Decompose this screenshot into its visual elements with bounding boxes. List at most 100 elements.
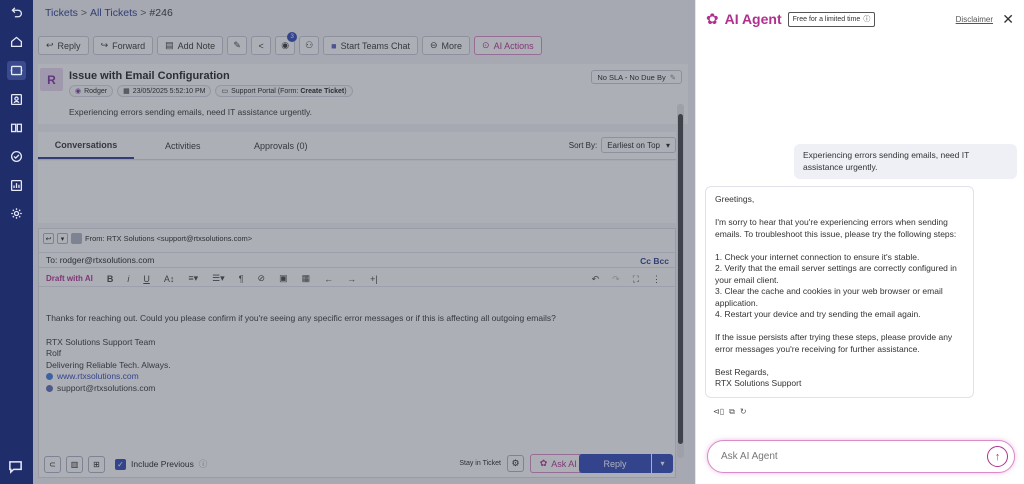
link-icon[interactable]: ⊘ — [258, 273, 266, 284]
image-icon[interactable]: ▣ — [279, 273, 288, 284]
indent-icon[interactable]: → — [347, 274, 356, 284]
fullscreen-icon[interactable]: ⛶ — [633, 274, 639, 285]
home-icon[interactable] — [7, 32, 26, 51]
stay-settings-icon[interactable]: ⚙ — [507, 455, 524, 472]
regenerate-icon[interactable]: ↻ — [740, 407, 747, 417]
reply-type-icon[interactable]: ↩ — [43, 233, 54, 244]
reply-body[interactable]: Thanks for reaching out. Could you pleas… — [46, 313, 556, 394]
send-arrow-icon[interactable]: ↑ — [987, 446, 1008, 467]
stay-in-ticket-label: Stay in Ticket — [459, 460, 501, 467]
note-icon: ▤ — [165, 40, 174, 50]
disclaimer-link[interactable]: Disclaimer — [956, 15, 993, 24]
scrollbar-thumb[interactable] — [678, 114, 683, 444]
copy-icon[interactable]: ⧉ — [729, 407, 735, 417]
bullet-list-icon[interactable]: ☰▾ — [212, 273, 225, 284]
bold-icon[interactable]: B — [107, 274, 114, 284]
message-actions: ⊲▯ ⧉ ↻ — [713, 407, 747, 417]
settings-icon[interactable] — [7, 204, 26, 223]
breadcrumb-tickets[interactable]: Tickets — [45, 7, 78, 19]
ai-response: Greetings, I'm sorry to hear that you're… — [705, 186, 974, 398]
include-previous[interactable]: ✓ Include Previous ⓘ — [115, 458, 207, 470]
chevron-down-icon[interactable]: ▾ — [57, 233, 68, 244]
tasks-icon[interactable] — [7, 147, 26, 166]
more-options-icon[interactable]: ⋮ — [652, 274, 661, 285]
font-size-icon[interactable]: A↕ — [164, 274, 175, 284]
paragraph-icon[interactable]: ¶ — [239, 274, 244, 284]
add-note-button[interactable]: ▤ Add Note — [157, 36, 224, 55]
include-previous-checkbox[interactable]: ✓ — [115, 458, 126, 470]
undo-icon[interactable]: ↶ — [592, 274, 600, 285]
forward-icon: ↪ — [100, 40, 109, 50]
sla-badge[interactable]: No SLA - No Due By ✎ — [591, 70, 682, 84]
edit-button[interactable]: ✎ — [227, 36, 248, 55]
eye-icon: ◉ — [281, 40, 290, 50]
from-address: From: RTX Solutions <support@rtxsolution… — [85, 234, 253, 243]
draft-with-ai-button[interactable]: Draft with AI — [46, 274, 93, 283]
ai-response-line: Greetings, — [715, 194, 755, 204]
table-icon[interactable]: ▦ — [302, 273, 311, 284]
breadcrumb-separator: > — [80, 7, 88, 19]
reports-icon[interactable] — [7, 176, 26, 195]
tab-activities[interactable]: Activities — [165, 132, 201, 159]
sort-value: Earliest on Top — [607, 140, 660, 150]
back-icon[interactable] — [7, 4, 26, 23]
signature-website[interactable]: www.rtxsolutions.com — [57, 371, 139, 381]
cc-bcc: Cc Bcc — [640, 256, 669, 266]
ask-ai-input[interactable]: Ask AI Agent ↑ — [707, 440, 1015, 473]
outdent-icon[interactable]: ← — [324, 274, 333, 284]
ai-agent-logo-icon: ✿ — [706, 11, 719, 28]
knowledge-insert-icon[interactable]: ▥ — [66, 455, 83, 473]
ticket-description: Experiencing errors sending emails, need… — [69, 107, 313, 117]
send-reply-button[interactable]: Reply — [579, 454, 651, 473]
forward-button[interactable]: ↪ Forward — [92, 36, 154, 55]
watchers-button[interactable]: ◉ 3 — [275, 32, 298, 55]
contacts-icon[interactable] — [7, 90, 26, 109]
sort-by: Sort By: Earliest on Top ▾ — [569, 137, 676, 153]
forward-label: Forward — [112, 40, 146, 51]
italic-icon[interactable]: i — [127, 274, 129, 284]
attach-icon[interactable]: ⊂ — [44, 455, 61, 473]
underline-icon[interactable]: U — [143, 274, 150, 284]
ordered-list-icon[interactable]: ≡▾ — [188, 273, 198, 284]
info-icon[interactable]: ⓘ — [863, 14, 870, 24]
sort-select[interactable]: Earliest on Top ▾ — [601, 137, 676, 153]
signature-team: RTX Solutions Support Team — [46, 336, 156, 347]
info-icon: ⓘ — [198, 459, 208, 469]
source-form: Create Ticket — [300, 87, 345, 95]
ai-response-line: I'm sorry to hear that you're experienci… — [715, 217, 957, 239]
requester-chip[interactable]: ◉ Rodger — [69, 85, 114, 97]
insert-icon[interactable]: ⊲▯ — [713, 407, 724, 417]
to-field[interactable]: To: rodger@rtxsolutions.com Cc Bcc — [39, 252, 675, 268]
reply-button[interactable]: ↩ Reply — [38, 36, 89, 55]
reply-options-dropdown[interactable]: ▾ — [652, 454, 673, 473]
teams-chat-button[interactable]: ■ Start Teams Chat — [323, 36, 418, 55]
breadcrumb-all-tickets[interactable]: All Tickets — [90, 7, 137, 19]
signature-email: support@rtxsolutions.com — [57, 382, 156, 393]
ask-ai-placeholder: Ask AI Agent — [721, 451, 778, 462]
tab-conversations[interactable]: Conversations — [38, 132, 134, 159]
horizontal-rule-icon[interactable]: +| — [370, 274, 378, 284]
ai-response-step: 4. Restart your device and try sending t… — [715, 309, 921, 319]
cc-button[interactable]: Cc — [640, 256, 651, 266]
bcc-button[interactable]: Bcc — [653, 256, 669, 266]
free-badge: Free for a limited time ⓘ — [787, 11, 876, 27]
chat-icon[interactable] — [8, 459, 25, 476]
close-icon[interactable]: ✕ — [1002, 11, 1014, 28]
ticket-toolbar: ↩ Reply ↪ Forward ▤ Add Note ✎ < ◉ 3 ⚇ ■ Star… — [38, 32, 542, 56]
teams-chat-label: Start Teams Chat — [340, 40, 410, 51]
add-user-button[interactable]: ⚇ — [299, 36, 320, 55]
scrollbar[interactable] — [677, 104, 684, 458]
share-button[interactable]: < — [251, 36, 272, 55]
redo-icon[interactable]: ↷ — [612, 274, 620, 285]
composer-footer: ⊂ ▥ ⊞ ✓ Include Previous ⓘ Stay in Ticke… — [39, 451, 675, 477]
ticket-main: Tickets > All Tickets > #246 ↩ Reply ↪ Forward… — [33, 0, 695, 484]
body-line: Thanks for reaching out. Could you pleas… — [46, 313, 556, 323]
knowledge-icon[interactable] — [7, 118, 26, 137]
tickets-icon[interactable] — [7, 61, 26, 80]
ai-actions-button[interactable]: ⊙ AI Actions — [474, 36, 542, 55]
ai-response-step: 1. Check your internet connection to ens… — [715, 251, 920, 262]
tab-approvals[interactable]: Approvals (0) — [254, 132, 308, 159]
more-button[interactable]: ⊖ More — [421, 36, 471, 55]
canned-response-icon[interactable]: ⊞ — [88, 455, 105, 473]
signature-name: Rolf — [46, 348, 62, 358]
